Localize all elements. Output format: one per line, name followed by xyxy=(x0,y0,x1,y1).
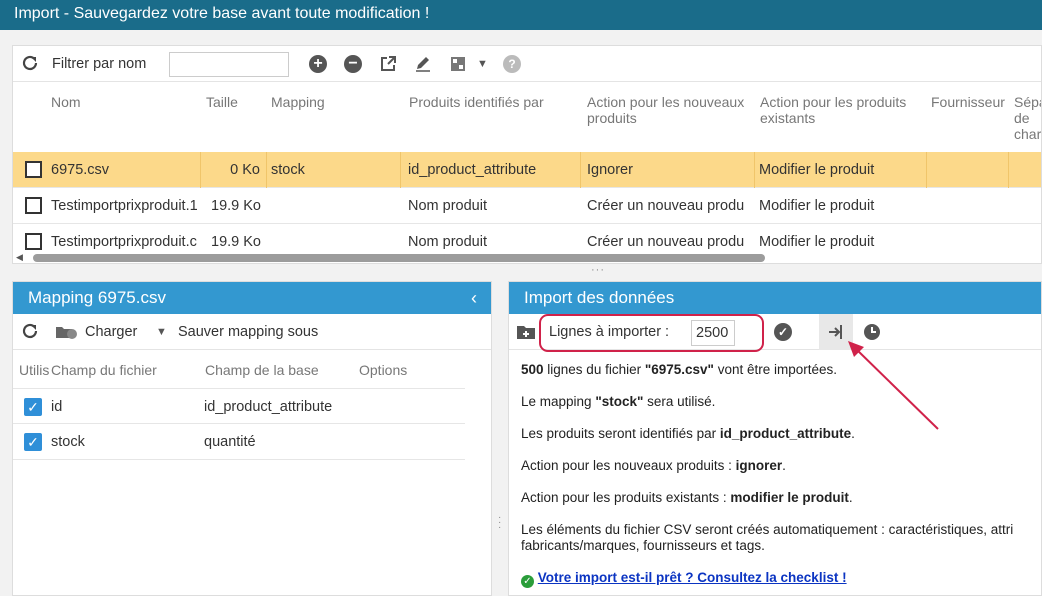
horizontal-scrollbar[interactable]: ◀ xyxy=(13,252,1041,263)
checklist-row: ✓ Votre import est-il prêt ? Consultez l… xyxy=(521,570,847,588)
cell-name: 6975.csv xyxy=(51,152,201,188)
column-header-separator[interactable]: Sépa de char xyxy=(1014,94,1041,142)
checklist-link[interactable]: Votre import est-il prêt ? Consultez la … xyxy=(538,570,847,585)
mapping-row[interactable]: ✓ stock quantité xyxy=(13,424,465,460)
cell-mapping: stock xyxy=(267,152,401,188)
add-folder-icon[interactable] xyxy=(516,314,536,350)
edit-icon[interactable] xyxy=(414,46,432,82)
import-summary-auto-create-cont: fabricants/marques, fournisseurs et tags… xyxy=(521,538,765,553)
row-checkbox[interactable] xyxy=(25,197,42,214)
scroll-left-icon[interactable]: ◀ xyxy=(16,252,23,263)
import-summary-identifier: Les produits seront identifiés par id_pr… xyxy=(521,426,855,441)
mapping-row[interactable]: ✓ id id_product_attribute xyxy=(13,388,465,424)
save-mapping-as-button[interactable]: Sauver mapping sous xyxy=(178,314,318,350)
validate-icon[interactable]: ✓ xyxy=(774,323,792,341)
mapping-panel: Mapping 6975.csv ‹ Charger ▼ Sauver mapp… xyxy=(12,281,492,596)
file-field: stock xyxy=(51,434,85,450)
collapse-chevron-icon[interactable]: ‹ xyxy=(471,282,477,314)
load-mapping-button[interactable]: Charger xyxy=(85,314,137,350)
column-header-file-field[interactable]: Champ du fichier xyxy=(51,362,157,378)
column-header-supplier[interactable]: Fournisseur xyxy=(931,94,1005,110)
column-header-name[interactable]: Nom xyxy=(51,94,81,110)
db-field[interactable]: quantité xyxy=(204,424,256,460)
mapping-panel-header: Mapping 6975.csv ‹ xyxy=(13,282,491,314)
check-circle-icon: ✓ xyxy=(521,575,534,588)
vertical-splitter-handle-icon[interactable]: · · · xyxy=(498,513,501,533)
open-external-icon[interactable] xyxy=(379,46,397,82)
cell-existing-action: Modifier le produit xyxy=(755,152,927,188)
cell-existing-action: Modifier le produit xyxy=(759,198,875,214)
chevron-down-icon[interactable]: ▼ xyxy=(477,46,488,82)
mapping-toolbar: Charger ▼ Sauver mapping sous xyxy=(13,314,491,350)
mapping-panel-title: Mapping 6975.csv xyxy=(28,288,166,307)
import-data-panel: Import des données Lignes à importer : ✓… xyxy=(508,281,1042,596)
filter-label: Filtrer par nom xyxy=(52,56,147,72)
row-checkbox[interactable] xyxy=(25,233,42,250)
file-field: id xyxy=(51,399,63,415)
scrollbar-thumb[interactable] xyxy=(33,254,765,262)
column-header-db-field[interactable]: Champ de la base xyxy=(205,362,319,378)
import-summary-existing-action: Action pour les produits existants : mod… xyxy=(521,490,853,505)
cell-supplier xyxy=(927,152,1009,188)
import-panel-header: Import des données xyxy=(509,282,1041,314)
splitter-handle-icon[interactable]: ··· xyxy=(591,264,605,276)
column-header-existing-action[interactable]: Action pour les produits existants xyxy=(760,94,925,126)
column-header-options[interactable]: Options xyxy=(359,362,407,378)
db-field[interactable]: id_product_attribute xyxy=(204,389,332,425)
cell-new-action: Ignorer xyxy=(581,152,755,188)
import-files-grid: Filtrer par nom + − ▼ ? Nom Taille Mappi… xyxy=(12,45,1042,264)
column-header-use[interactable]: Utilis xyxy=(19,362,49,378)
cell-identified-by: Nom produit xyxy=(408,198,487,214)
import-summary-new-action: Action pour les nouveaux produits : igno… xyxy=(521,458,786,473)
row-checkbox[interactable] xyxy=(25,161,42,178)
cell-size: 19.9 Ko xyxy=(211,198,261,214)
help-icon[interactable]: ? xyxy=(503,55,521,73)
use-checkbox[interactable]: ✓ xyxy=(24,398,42,416)
import-summary-mapping: Le mapping "stock" sera utilisé. xyxy=(521,394,716,409)
cell-name: Testimportprixproduit.1 xyxy=(51,198,198,214)
annotation-arrow-icon xyxy=(848,341,939,430)
import-summary-lines: 500 lignes du fichier "6975.csv" vont êt… xyxy=(521,362,838,377)
columns-icon[interactable] xyxy=(449,46,467,82)
cell-mapping xyxy=(267,188,401,224)
cell-new-action: Créer un nouveau produ xyxy=(587,198,745,214)
grid-toolbar: Filtrer par nom + − ▼ ? xyxy=(13,46,1041,82)
cell-identified-by: id_product_attribute xyxy=(401,152,581,188)
app-title: Import - Sauvegardez votre base avant to… xyxy=(14,5,430,22)
column-header-size[interactable]: Taille xyxy=(206,94,238,110)
lines-to-import-input[interactable]: 2500 xyxy=(691,320,735,346)
column-header-identified-by[interactable]: Produits identifiés par xyxy=(409,94,579,110)
use-checkbox[interactable]: ✓ xyxy=(24,433,42,451)
load-mapping-icon[interactable] xyxy=(53,314,79,350)
filter-by-name-input[interactable] xyxy=(169,51,289,77)
column-header-new-action[interactable]: Action pour les nouveaux produits xyxy=(587,94,752,126)
cell-size: 0 Ko xyxy=(201,152,267,188)
table-row[interactable]: 6975.csv 0 Ko stock id_product_attribute… xyxy=(13,152,1041,188)
column-header-mapping[interactable]: Mapping xyxy=(271,94,325,110)
chevron-down-icon[interactable]: ▼ xyxy=(156,314,167,350)
refresh-icon[interactable] xyxy=(21,46,39,82)
import-panel-title: Import des données xyxy=(524,288,675,307)
remove-icon[interactable]: − xyxy=(344,55,362,73)
import-summary-auto-create: Les éléments du fichier CSV seront créés… xyxy=(521,522,1014,537)
refresh-icon[interactable] xyxy=(21,314,39,350)
app-title-bar: Import - Sauvegardez votre base avant to… xyxy=(0,0,1042,30)
table-row[interactable]: Testimportprixproduit.1 19.9 Ko Nom prod… xyxy=(13,188,1041,224)
add-icon[interactable]: + xyxy=(309,55,327,73)
